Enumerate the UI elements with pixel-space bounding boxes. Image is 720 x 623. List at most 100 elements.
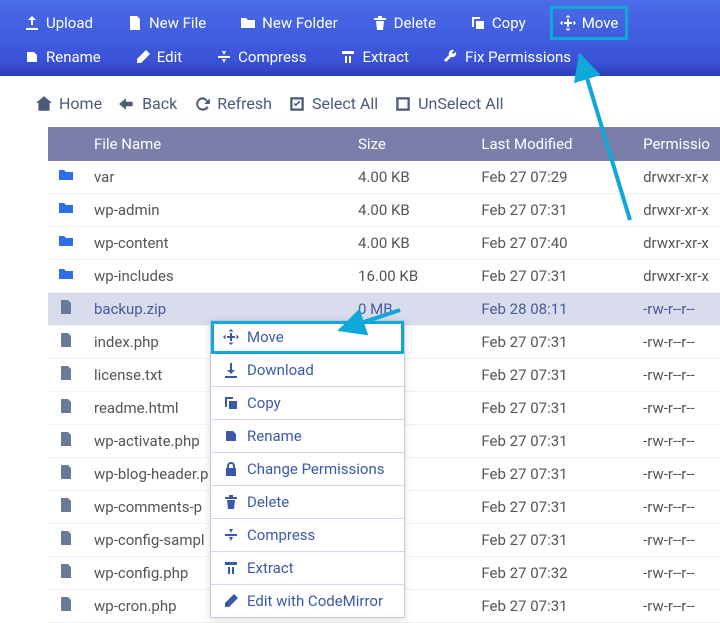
file-size: 4.00 KB bbox=[348, 227, 471, 260]
file-icon bbox=[58, 530, 74, 546]
file-modified: Feb 27 07:31 bbox=[471, 392, 633, 425]
compress-button[interactable]: Compress bbox=[208, 42, 314, 72]
context-compress-label: Compress bbox=[247, 526, 315, 544]
table-row[interactable]: wp-admin4.00 KBFeb 27 07:31drwxr-xr-x bbox=[48, 194, 720, 227]
col-icon bbox=[48, 127, 84, 161]
back-icon bbox=[118, 95, 136, 113]
table-row[interactable]: var4.00 KBFeb 27 07:29drwxr-xr-x bbox=[48, 161, 720, 194]
context-change-permissions-label: Change Permissions bbox=[247, 460, 384, 478]
row-icon-cell bbox=[48, 161, 84, 194]
square-icon bbox=[394, 95, 412, 113]
home-label: Home bbox=[59, 94, 102, 113]
file-modified: Feb 28 08:11 bbox=[471, 293, 633, 326]
row-icon-cell bbox=[48, 326, 84, 359]
file-size: 16.00 KB bbox=[348, 260, 471, 293]
context-download-label: Download bbox=[247, 361, 314, 379]
delete-button[interactable]: Delete bbox=[364, 8, 444, 38]
context-move[interactable]: Move bbox=[211, 321, 404, 354]
file-permissions: -rw-r--r-- bbox=[633, 524, 720, 557]
table-row[interactable]: wp-includes16.00 KBFeb 27 07:31drwxr-xr-… bbox=[48, 260, 720, 293]
main-toolbar: Upload New File New Folder Delete Copy M… bbox=[0, 0, 720, 76]
edit-icon bbox=[223, 593, 239, 609]
file-permissions: -rw-r--r-- bbox=[633, 293, 720, 326]
move-icon bbox=[560, 15, 576, 31]
rename-label: Rename bbox=[46, 48, 101, 66]
file-icon bbox=[58, 464, 74, 480]
context-compress[interactable]: Compress bbox=[211, 519, 404, 552]
new-folder-button[interactable]: New Folder bbox=[232, 8, 345, 38]
compress-icon bbox=[223, 527, 239, 543]
home-icon bbox=[35, 95, 53, 113]
delete-label: Delete bbox=[394, 14, 436, 32]
home-button[interactable]: Home bbox=[35, 94, 102, 113]
select-all-label: Select All bbox=[312, 94, 378, 113]
file-modified: Feb 27 07:31 bbox=[471, 194, 633, 227]
file-modified: Feb 27 07:31 bbox=[471, 425, 633, 458]
col-permissions[interactable]: Permissio bbox=[633, 127, 720, 161]
context-delete[interactable]: Delete bbox=[211, 486, 404, 519]
rename-icon bbox=[24, 49, 40, 65]
file-permissions: drwxr-xr-x bbox=[633, 227, 720, 260]
select-all-button[interactable]: Select All bbox=[288, 94, 378, 113]
col-name[interactable]: File Name bbox=[84, 127, 348, 161]
edit-button[interactable]: Edit bbox=[127, 42, 190, 72]
move-label: Move bbox=[582, 14, 619, 32]
copy-label: Copy bbox=[492, 14, 526, 32]
file-modified: Feb 27 07:31 bbox=[471, 326, 633, 359]
compress-label: Compress bbox=[238, 48, 306, 66]
fix-permissions-button[interactable]: Fix Permissions bbox=[435, 42, 579, 72]
rename-icon bbox=[223, 428, 239, 444]
extract-button[interactable]: Extract bbox=[332, 42, 417, 72]
edit-label: Edit bbox=[157, 48, 182, 66]
file-icon bbox=[58, 398, 74, 414]
copy-icon bbox=[223, 395, 239, 411]
folder-icon bbox=[240, 15, 256, 31]
back-button[interactable]: Back bbox=[118, 94, 177, 113]
file-permissions: drwxr-xr-x bbox=[633, 161, 720, 194]
file-name: var bbox=[84, 161, 348, 194]
unselect-all-label: UnSelect All bbox=[418, 94, 503, 113]
file-modified: Feb 27 07:40 bbox=[471, 227, 633, 260]
file-icon bbox=[58, 497, 74, 513]
row-icon-cell bbox=[48, 557, 84, 590]
context-copy-label: Copy bbox=[247, 394, 281, 412]
table-row[interactable]: wp-content4.00 KBFeb 27 07:40drwxr-xr-x bbox=[48, 227, 720, 260]
copy-icon bbox=[470, 15, 486, 31]
trash-icon bbox=[223, 494, 239, 510]
context-menu: Move Download Copy Rename Change Permiss… bbox=[210, 320, 405, 618]
back-label: Back bbox=[142, 94, 177, 113]
context-change-permissions[interactable]: Change Permissions bbox=[211, 453, 404, 486]
file-permissions: -rw-r--r-- bbox=[633, 392, 720, 425]
rename-button[interactable]: Rename bbox=[16, 42, 109, 72]
file-permissions: drwxr-xr-x bbox=[633, 194, 720, 227]
move-button[interactable]: Move bbox=[552, 8, 627, 38]
refresh-label: Refresh bbox=[217, 94, 272, 113]
new-folder-label: New Folder bbox=[262, 14, 337, 32]
context-download[interactable]: Download bbox=[211, 354, 404, 387]
row-icon-cell bbox=[48, 524, 84, 557]
copy-button[interactable]: Copy bbox=[462, 8, 534, 38]
download-icon bbox=[223, 362, 239, 378]
file-icon bbox=[58, 332, 74, 348]
context-edit-codemirror[interactable]: Edit with CodeMirror bbox=[211, 585, 404, 617]
wrench-icon bbox=[443, 49, 459, 65]
context-extract[interactable]: Extract bbox=[211, 552, 404, 585]
file-permissions: -rw-r--r-- bbox=[633, 458, 720, 491]
col-size[interactable]: Size bbox=[348, 127, 471, 161]
context-extract-label: Extract bbox=[247, 559, 294, 577]
col-modified[interactable]: Last Modified bbox=[471, 127, 633, 161]
refresh-button[interactable]: Refresh bbox=[193, 94, 272, 113]
unselect-all-button[interactable]: UnSelect All bbox=[394, 94, 503, 113]
file-size: 4.00 KB bbox=[348, 194, 471, 227]
new-file-button[interactable]: New File bbox=[119, 8, 214, 38]
context-move-label: Move bbox=[247, 328, 284, 346]
file-modified: Feb 27 07:31 bbox=[471, 590, 633, 623]
folder-icon bbox=[58, 200, 74, 216]
file-icon bbox=[58, 365, 74, 381]
row-icon-cell bbox=[48, 293, 84, 326]
context-rename[interactable]: Rename bbox=[211, 420, 404, 453]
row-icon-cell bbox=[48, 227, 84, 260]
folder-icon bbox=[58, 233, 74, 249]
context-copy[interactable]: Copy bbox=[211, 387, 404, 420]
move-icon bbox=[223, 329, 239, 345]
